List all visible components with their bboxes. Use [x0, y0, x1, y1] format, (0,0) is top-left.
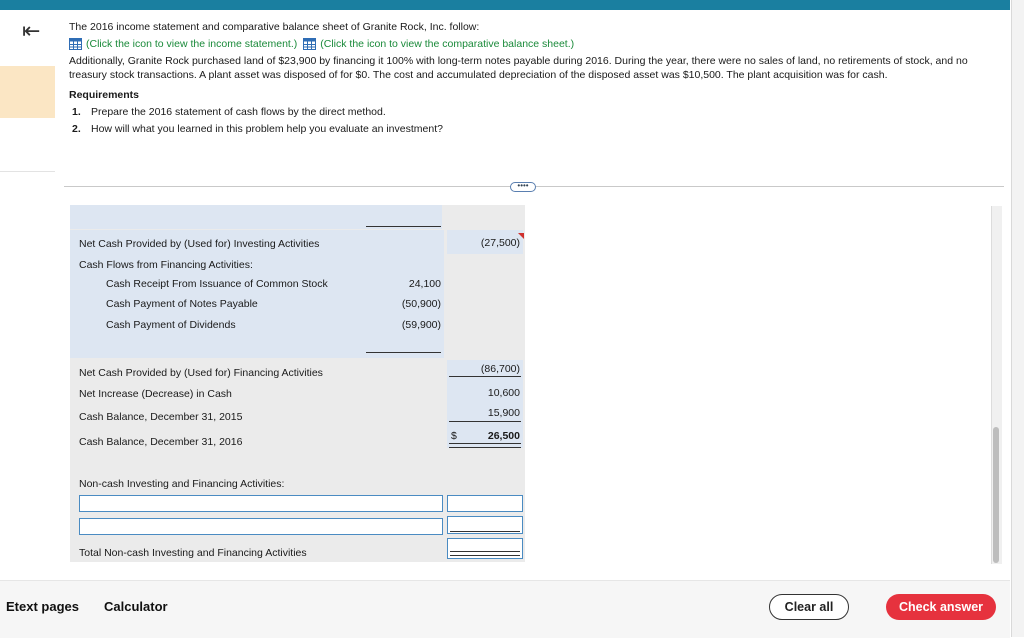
balance-2015-value[interactable]: 15,900 [447, 407, 520, 419]
financing-item-label: Cash Payment of Dividends [106, 319, 236, 331]
left-highlight-block [0, 66, 55, 118]
subtotal-underline [366, 226, 441, 227]
calculator-link[interactable]: Calculator [104, 599, 168, 614]
attempt-marker-icon [518, 233, 524, 239]
clear-all-button[interactable]: Clear all [769, 594, 849, 620]
total-underline [449, 376, 521, 377]
collapse-panel-icon[interactable]: ⇤ [22, 20, 40, 42]
requirements-title: Requirements [69, 89, 140, 101]
double-underline [450, 551, 520, 556]
requirement-text: How will what you learned in this proble… [91, 123, 443, 135]
table-grid-icon[interactable] [303, 38, 317, 50]
requirement-number: 1. [72, 106, 81, 118]
net-increase-label: Net Increase (Decrease) in Cash [79, 388, 232, 400]
data-links: (Click the icon to view the income state… [69, 37, 999, 51]
financing-item-label: Cash Receipt From Issuance of Common Sto… [106, 278, 328, 290]
table-grid-icon[interactable] [69, 38, 82, 50]
investing-total-label: Net Cash Provided by (Used for) Investin… [79, 238, 320, 250]
noncash-description-input[interactable] [79, 495, 443, 512]
income-statement-link[interactable]: (Click the icon to view the income state… [86, 37, 297, 51]
noncash-description-input[interactable] [79, 518, 443, 535]
financing-total-label: Net Cash Provided by (Used for) Financin… [79, 367, 323, 379]
requirement-item: 2. How will what you learned in this prob… [69, 122, 999, 136]
financing-item-label: Cash Payment of Notes Payable [106, 298, 258, 310]
input-underline [450, 531, 520, 532]
requirement-text: Prepare the 2016 statement of cash flows… [91, 106, 386, 118]
financing-total-value[interactable]: (86,700) [447, 363, 520, 375]
double-underline [449, 443, 521, 448]
noncash-amount-input[interactable] [447, 495, 523, 512]
financing-item-amount[interactable]: (59,900) [366, 319, 441, 331]
noncash-total-label: Total Non-cash Investing and Financing A… [79, 547, 307, 559]
content-scrollbar-thumb[interactable] [993, 427, 999, 563]
balance-2016-value[interactable]: 26,500 [460, 430, 520, 442]
net-increase-value[interactable]: 10,600 [447, 387, 520, 399]
balance-sheet-link[interactable]: (Click the icon to view the comparative … [320, 37, 574, 51]
additional-info: Additionally, Granite Rock purchased lan… [69, 55, 968, 81]
financing-item-amount[interactable]: (50,900) [366, 298, 441, 310]
expand-more-button[interactable]: •••• [510, 182, 536, 192]
financing-header: Cash Flows from Financing Activities: [79, 259, 253, 271]
footer-bar: Etext pages Calculator Clear all Check a… [0, 580, 1010, 638]
balance-2015-label: Cash Balance, December 31, 2015 [79, 411, 243, 423]
total-underline [449, 421, 521, 422]
requirement-number: 2. [72, 123, 81, 135]
currency-symbol: $ [451, 430, 457, 442]
financing-item-amount[interactable]: 24,100 [366, 278, 441, 290]
top-accent-bar [0, 0, 1010, 10]
investing-total-value[interactable]: (27,500) [447, 237, 520, 249]
etext-pages-link[interactable]: Etext pages [6, 599, 79, 614]
check-answer-button[interactable]: Check answer [886, 594, 996, 620]
noncash-header: Non-cash Investing and Financing Activit… [79, 478, 285, 490]
balance-2016-label: Cash Balance, December 31, 2016 [79, 436, 243, 448]
problem-statement: The 2016 income statement and comparativ… [69, 20, 999, 136]
window-scrollbar-rail[interactable] [1011, 0, 1024, 637]
problem-intro: The 2016 income statement and comparativ… [69, 21, 480, 33]
requirement-item: 1. Prepare the 2016 statement of cash flo… [69, 105, 999, 119]
left-divider [0, 171, 55, 172]
subtotal-underline [366, 352, 441, 353]
